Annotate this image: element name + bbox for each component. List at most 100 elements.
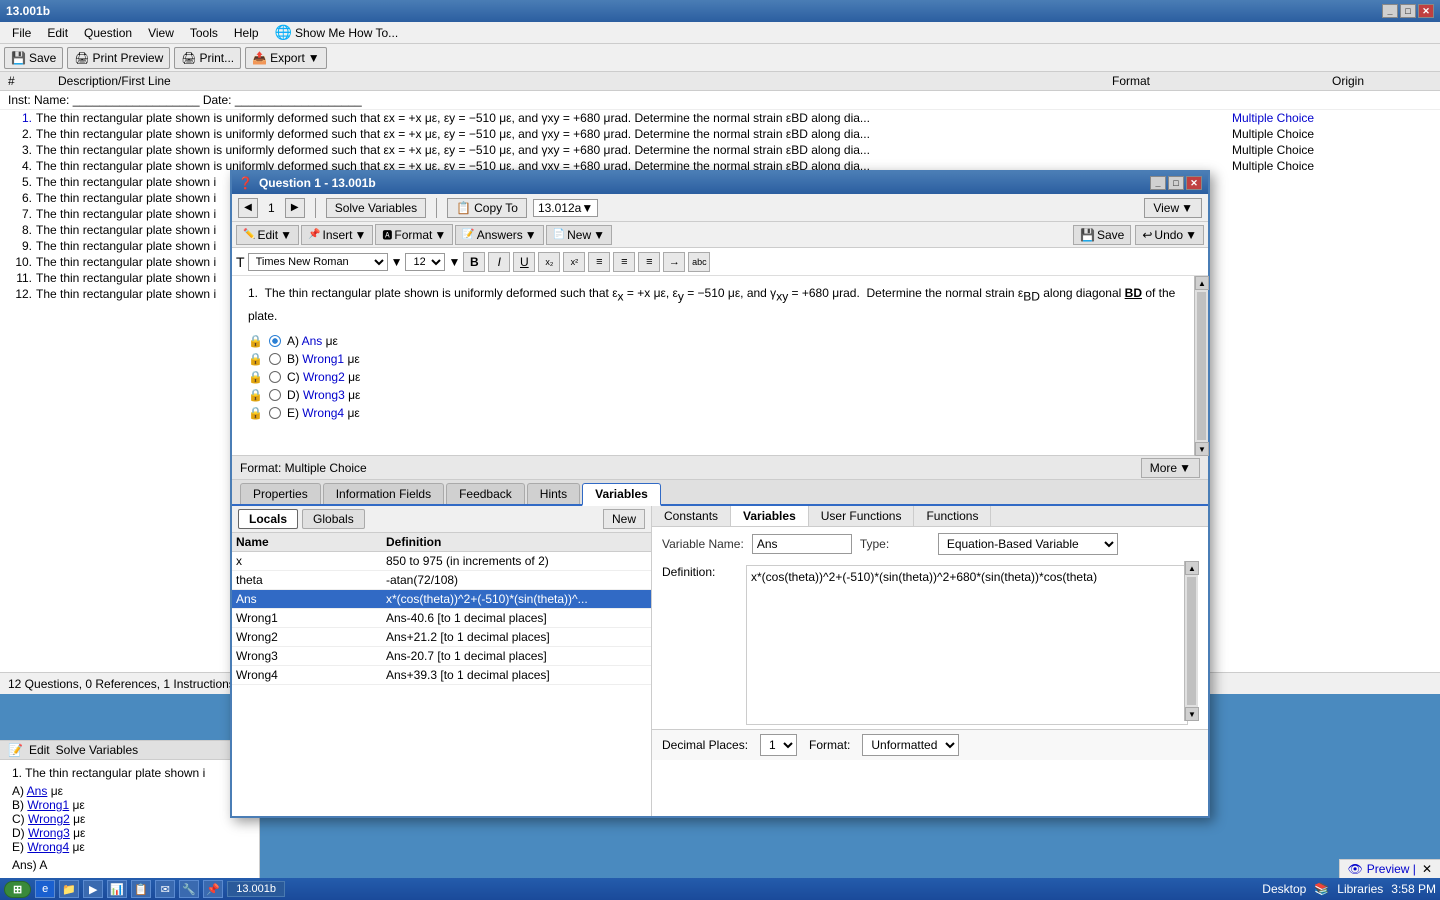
tab-hints[interactable]: Hints	[527, 483, 580, 504]
taskbar-icon-4[interactable]: 📊	[107, 880, 127, 898]
variables-tab[interactable]: Variables	[731, 506, 809, 526]
italic-button[interactable]: I	[488, 252, 510, 272]
tab-properties[interactable]: Properties	[240, 483, 321, 504]
option-b-radio[interactable]	[269, 353, 281, 365]
new-menu-button[interactable]: 📄 New ▼	[546, 225, 612, 245]
taskbar-icon-8[interactable]: 📌	[203, 880, 223, 898]
format-bar: Format: Multiple Choice More ▼	[232, 456, 1208, 480]
var-row-theta[interactable]: theta -atan(72/108)	[232, 571, 651, 590]
scroll-up-button[interactable]: ▲	[1195, 276, 1209, 290]
format-select[interactable]: Unformatted Fixed Scientific	[862, 734, 959, 756]
tab-variables[interactable]: Variables	[582, 483, 661, 506]
def-scroll-up[interactable]: ▲	[1185, 561, 1199, 575]
font-size-select[interactable]: 12 10 14 16	[405, 253, 445, 271]
definition-textarea[interactable]: x*(cos(theta))^2+(-510)*(sin(theta))^2+6…	[746, 565, 1188, 725]
option-e-radio[interactable]	[269, 407, 281, 419]
option-c-icon[interactable]: 🔒	[248, 370, 263, 384]
indent-button[interactable]: →	[663, 252, 685, 272]
decimal-places-select[interactable]: 1 0 2 3	[760, 734, 797, 756]
subscript-button[interactable]: x₂	[538, 252, 560, 272]
tab-information-fields[interactable]: Information Fields	[323, 483, 444, 504]
definition-scrollbar[interactable]: ▲ ▼	[1184, 561, 1198, 721]
modal-tabs: Properties Information Fields Feedback H…	[232, 480, 1208, 506]
taskbar-icon-5[interactable]: 📋	[131, 880, 151, 898]
underline-button[interactable]: U	[513, 252, 535, 272]
modal-save-button[interactable]: 💾 Save	[1073, 225, 1131, 245]
content-scrollbar[interactable]: ▲ ▼	[1194, 276, 1208, 456]
taskbar-icon-6[interactable]: ✉	[155, 880, 175, 898]
view-button[interactable]: View ▼	[1144, 198, 1202, 218]
globals-tab[interactable]: Globals	[302, 509, 365, 529]
save-undo-group: 💾 Save ↩ Undo ▼	[1073, 225, 1204, 245]
start-button[interactable]: ⊞	[4, 881, 31, 898]
wrong4-link[interactable]: Wrong4	[302, 406, 344, 420]
option-d-radio[interactable]	[269, 389, 281, 401]
option-c-radio[interactable]	[269, 371, 281, 383]
font-family-select[interactable]: Times New Roman Arial Courier New	[248, 253, 388, 271]
def-scroll-down[interactable]: ▼	[1185, 707, 1199, 721]
format-menu-button[interactable]: 🅰 Format ▼	[375, 224, 453, 245]
new-variable-button[interactable]: New	[603, 509, 645, 529]
wrong3-link[interactable]: Wrong3	[303, 388, 345, 402]
user-functions-tab[interactable]: User Functions	[809, 506, 915, 526]
solve-variables-button[interactable]: Solve Variables	[326, 198, 427, 218]
constants-tab[interactable]: Constants	[652, 506, 731, 526]
wrong2-link[interactable]: Wrong2	[303, 370, 345, 384]
var-row-x[interactable]: x 850 to 975 (in increments of 2)	[232, 552, 651, 571]
option-b-icon[interactable]: 🔒	[248, 352, 263, 366]
modal-close-button[interactable]: ✕	[1186, 176, 1202, 190]
var-type-select[interactable]: Equation-Based Variable Range Variable C…	[938, 533, 1118, 555]
taskbar-active-task[interactable]: 13.001b	[227, 881, 285, 897]
var-row-ans[interactable]: Ans x*(cos(theta))^2+(-510)*(sin(theta))…	[232, 590, 651, 609]
scroll-down-button[interactable]: ▼	[1195, 442, 1209, 456]
question-number: 1	[264, 201, 279, 215]
taskbar-media-icon[interactable]: ▶	[83, 880, 103, 898]
modal-maximize-button[interactable]: □	[1168, 176, 1184, 190]
more-button[interactable]: More ▼	[1141, 458, 1200, 478]
answers-menu-button[interactable]: 📝 Answers ▼	[455, 225, 543, 245]
scroll-thumb[interactable]	[1197, 292, 1206, 440]
locals-tab[interactable]: Locals	[238, 509, 298, 529]
question-editor-modal: ❓ Question 1 - 13.001b _ □ ✕ ◀ 1 ▶ Solve…	[230, 170, 1210, 818]
taskbar-icon-7[interactable]: 🔧	[179, 880, 199, 898]
ans-link[interactable]: Ans	[302, 334, 323, 348]
align-right-button[interactable]: ≡	[638, 252, 660, 272]
var-row-wrong2[interactable]: Wrong2 Ans+21.2 [to 1 decimal places]	[232, 628, 651, 647]
question-content-area: 1. The thin rectangular plate shown is u…	[232, 276, 1208, 456]
tab-feedback[interactable]: Feedback	[446, 483, 525, 504]
taskbar-ie-icon[interactable]: e	[35, 880, 55, 898]
copy-to-button[interactable]: 📋 Copy To	[447, 198, 527, 218]
variables-panel: Locals Globals New Name Definition x 850…	[232, 506, 1208, 816]
option-d-icon[interactable]: 🔒	[248, 388, 263, 402]
wrong1-link[interactable]: Wrong1	[302, 352, 344, 366]
taskbar: ⊞ e 📁 ▶ 📊 📋 ✉ 🔧 📌 13.001b Desktop 📚 Libr…	[0, 878, 1440, 900]
spell-check-button[interactable]: abc	[688, 252, 710, 272]
var-row-wrong4[interactable]: Wrong4 Ans+39.3 [to 1 decimal places]	[232, 666, 651, 685]
edit-menu-button[interactable]: ✏️ Edit ▼	[236, 225, 299, 245]
option-a-icon[interactable]: 🔒	[248, 334, 263, 348]
var-name-input[interactable]	[752, 534, 852, 554]
definition-label: Definition:	[662, 561, 732, 579]
preview-button[interactable]: 👁 Preview |	[1348, 862, 1416, 876]
var-row-wrong1[interactable]: Wrong1 Ans-40.6 [to 1 decimal places]	[232, 609, 651, 628]
preview-close-button[interactable]: ✕	[1422, 862, 1432, 876]
modal-minimize-button[interactable]: _	[1150, 176, 1166, 190]
modal-undo-button[interactable]: ↩ Undo ▼	[1135, 225, 1204, 245]
prev-question-button[interactable]: ◀	[238, 198, 258, 218]
superscript-button[interactable]: x²	[563, 252, 585, 272]
copy-to-destination[interactable]: 13.012a ▼	[533, 199, 598, 217]
align-left-button[interactable]: ≡	[588, 252, 610, 272]
option-d: 🔒 D) Wrong3 με	[248, 386, 1184, 404]
bold-button[interactable]: B	[463, 252, 485, 272]
var-row-wrong3[interactable]: Wrong3 Ans-20.7 [to 1 decimal places]	[232, 647, 651, 666]
taskbar-folder-icon[interactable]: 📁	[59, 880, 79, 898]
new-icon: 📄	[553, 229, 565, 240]
align-center-button[interactable]: ≡	[613, 252, 635, 272]
next-question-button[interactable]: ▶	[285, 198, 305, 218]
modal-title-bar: ❓ Question 1 - 13.001b _ □ ✕	[232, 172, 1208, 194]
taskbar-right: Desktop 📚 Libraries 3:58 PM	[1262, 882, 1436, 896]
option-a-radio[interactable]	[269, 335, 281, 347]
insert-menu-button[interactable]: 📌 Insert ▼	[301, 225, 373, 245]
functions-tab[interactable]: Functions	[914, 506, 991, 526]
option-e-icon[interactable]: 🔒	[248, 406, 263, 420]
